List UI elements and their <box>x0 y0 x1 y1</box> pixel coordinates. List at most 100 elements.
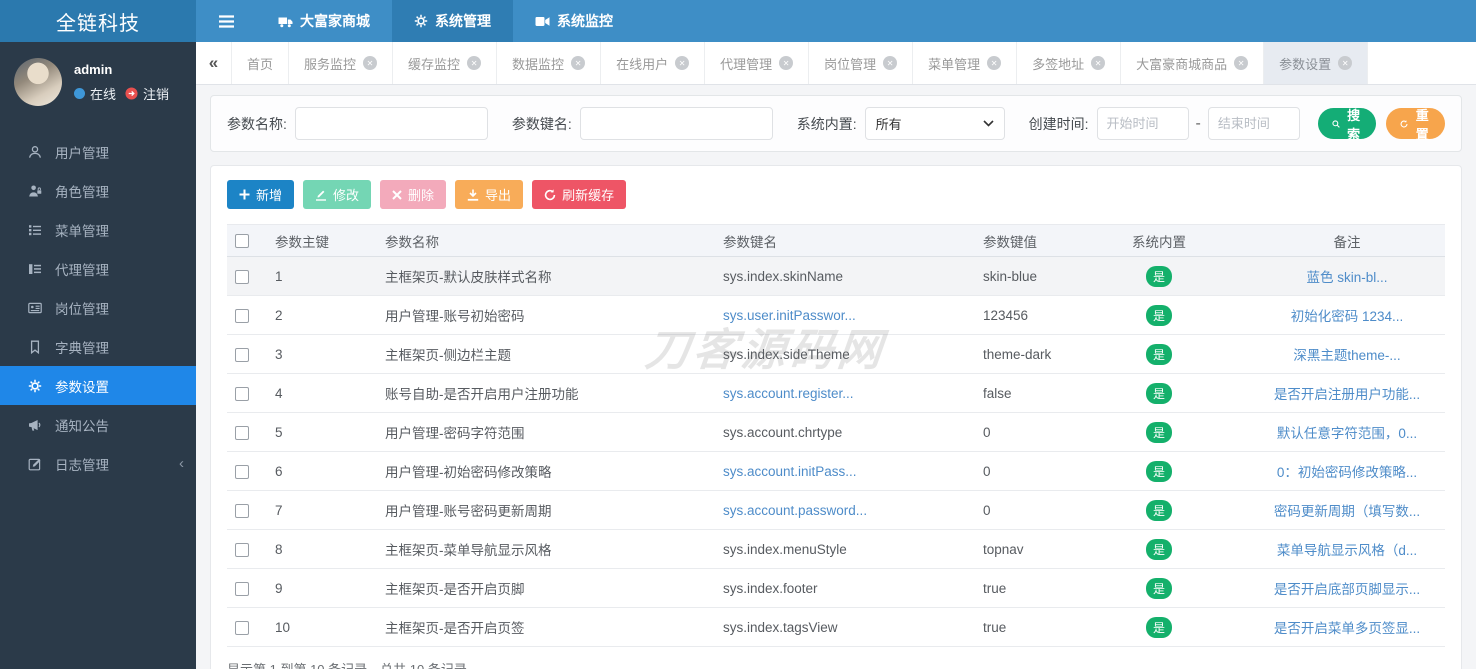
user-avatar[interactable] <box>14 58 62 106</box>
tab-缓存监控[interactable]: 缓存监控✕ <box>393 42 497 84</box>
sidebar-item[interactable]: 字典管理 <box>0 327 196 366</box>
param-key-cell: sys.index.tagsView <box>723 620 838 635</box>
sidebar-item[interactable]: 岗位管理 <box>0 288 196 327</box>
tab-服务监控[interactable]: 服务监控✕ <box>289 42 393 84</box>
sidebar-item[interactable]: 通知公告 <box>0 405 196 444</box>
sidebar-toggle-button[interactable] <box>196 0 256 42</box>
row-checkbox[interactable] <box>235 309 249 323</box>
builtin-badge: 是 <box>1146 578 1172 599</box>
close-icon[interactable]: ✕ <box>675 56 689 70</box>
logout-icon <box>125 87 138 100</box>
param-name-input[interactable] <box>295 107 488 140</box>
tab-数据监控[interactable]: 数据监控✕ <box>497 42 601 84</box>
param-id-cell: 3 <box>267 335 377 374</box>
row-checkbox[interactable] <box>235 465 249 479</box>
close-icon[interactable]: ✕ <box>363 56 377 70</box>
param-key-cell[interactable]: sys.account.initPass... <box>723 464 857 479</box>
close-icon[interactable]: ✕ <box>1091 56 1105 70</box>
row-checkbox[interactable] <box>235 387 249 401</box>
close-icon[interactable]: ✕ <box>779 56 793 70</box>
close-icon[interactable]: ✕ <box>1234 56 1248 70</box>
param-key-cell[interactable]: sys.account.register... <box>723 386 854 401</box>
add-button[interactable]: 新增 <box>227 180 294 209</box>
row-checkbox[interactable] <box>235 426 249 440</box>
app-logo[interactable]: 全链科技 <box>0 0 196 42</box>
megaphone-icon <box>28 418 42 432</box>
top-nav-item[interactable]: 系统监控 <box>513 0 635 42</box>
tab-首页[interactable]: 首页 <box>232 42 289 84</box>
user-icon <box>28 145 42 159</box>
close-icon[interactable]: ✕ <box>467 56 481 70</box>
remark-link[interactable]: 是否开启底部页脚显示... <box>1274 582 1420 597</box>
search-button[interactable]: 搜索 <box>1318 108 1377 139</box>
start-time-input[interactable] <box>1097 107 1189 140</box>
close-icon[interactable]: ✕ <box>1338 56 1352 70</box>
row-checkbox[interactable] <box>235 582 249 596</box>
menu-list-icon <box>28 223 42 237</box>
row-checkbox[interactable] <box>235 621 249 635</box>
param-key-input[interactable] <box>580 107 773 140</box>
table-row: 5用户管理-密码字符范围sys.account.chrtype0是默认任意字符范… <box>227 413 1445 452</box>
close-icon[interactable]: ✕ <box>571 56 585 70</box>
export-button[interactable]: 导出 <box>455 180 523 209</box>
param-id-cell: 6 <box>267 452 377 491</box>
sidebar-menu: 用户管理角色管理菜单管理代理管理岗位管理字典管理参数设置通知公告日志管理‹ <box>0 120 196 483</box>
col-remark: 备注 <box>1249 225 1445 257</box>
top-navbar: 全链科技 大富家商城系统管理系统监控 <box>0 0 1476 42</box>
tab-参数设置[interactable]: 参数设置✕ <box>1264 42 1368 84</box>
tab-大富豪商城商品[interactable]: 大富豪商城商品✕ <box>1121 42 1264 84</box>
tab-在线用户[interactable]: 在线用户✕ <box>601 42 705 84</box>
param-key-cell[interactable]: sys.user.initPasswor... <box>723 308 856 323</box>
end-time-input[interactable] <box>1208 107 1300 140</box>
row-checkbox[interactable] <box>235 543 249 557</box>
edit-button[interactable]: 修改 <box>303 180 371 209</box>
param-key-cell[interactable]: sys.account.password... <box>723 503 867 518</box>
row-checkbox[interactable] <box>235 270 249 284</box>
param-key-cell: sys.index.skinName <box>723 269 843 284</box>
select-all-checkbox[interactable] <box>235 234 249 248</box>
row-checkbox[interactable] <box>235 348 249 362</box>
tab-菜单管理[interactable]: 菜单管理✕ <box>913 42 1017 84</box>
remark-link[interactable]: 蓝色 skin-bl... <box>1306 270 1387 285</box>
top-nav-item[interactable]: 大富家商城 <box>256 0 392 42</box>
sidebar-item[interactable]: 菜单管理 <box>0 210 196 249</box>
tab-代理管理[interactable]: 代理管理✕ <box>705 42 809 84</box>
log-edit-icon <box>28 457 42 471</box>
param-name-cell: 主框架页-是否开启页脚 <box>377 569 715 608</box>
remark-link[interactable]: 是否开启注册用户功能... <box>1274 387 1420 402</box>
sidebar-item[interactable]: 用户管理 <box>0 132 196 171</box>
sidebar-item[interactable]: 参数设置 <box>0 366 196 405</box>
reset-button[interactable]: 重置 <box>1386 108 1445 139</box>
sidebar-item[interactable]: 代理管理 <box>0 249 196 288</box>
x-icon <box>392 190 402 200</box>
builtin-badge: 是 <box>1146 539 1172 560</box>
remark-link[interactable]: 菜单导航显示风格（d... <box>1277 543 1417 558</box>
remark-link[interactable]: 深黑主题theme-... <box>1293 348 1400 363</box>
remark-link[interactable]: 初始化密码 1234... <box>1291 309 1404 324</box>
col-param-value: 参数键值 <box>975 225 1069 257</box>
builtin-select[interactable]: 所有 <box>865 107 1005 140</box>
param-name-cell: 用户管理-账号密码更新周期 <box>377 491 715 530</box>
remark-link[interactable]: 0：初始密码修改策略... <box>1277 465 1417 480</box>
close-icon[interactable]: ✕ <box>883 56 897 70</box>
logout-link[interactable]: 注销 <box>143 84 169 103</box>
refresh-cache-button[interactable]: 刷新缓存 <box>532 180 626 209</box>
settings-icon <box>28 379 42 393</box>
tab-多签地址[interactable]: 多签地址✕ <box>1017 42 1121 84</box>
remark-link[interactable]: 默认任意字符范围，0... <box>1277 426 1417 441</box>
sidebar-item[interactable]: 角色管理 <box>0 171 196 210</box>
camera-icon <box>535 16 550 27</box>
remark-link[interactable]: 密码更新周期（填写数... <box>1274 504 1420 519</box>
top-nav-item[interactable]: 系统管理 <box>392 0 513 42</box>
param-value-cell: theme-dark <box>975 335 1069 374</box>
delete-button[interactable]: 删除 <box>380 180 446 209</box>
sidebar-item[interactable]: 日志管理‹ <box>0 444 196 483</box>
tab-岗位管理[interactable]: 岗位管理✕ <box>809 42 913 84</box>
remark-link[interactable]: 是否开启菜单多页签显... <box>1274 621 1420 636</box>
tabs-scroll-left-button[interactable]: « <box>196 42 232 84</box>
builtin-badge: 是 <box>1146 461 1172 482</box>
row-checkbox[interactable] <box>235 504 249 518</box>
tab-bar: « 首页服务监控✕缓存监控✕数据监控✕在线用户✕代理管理✕岗位管理✕菜单管理✕多… <box>196 42 1476 85</box>
close-icon[interactable]: ✕ <box>987 56 1001 70</box>
table-row: 1主框架页-默认皮肤样式名称sys.index.skinNameskin-blu… <box>227 257 1445 296</box>
